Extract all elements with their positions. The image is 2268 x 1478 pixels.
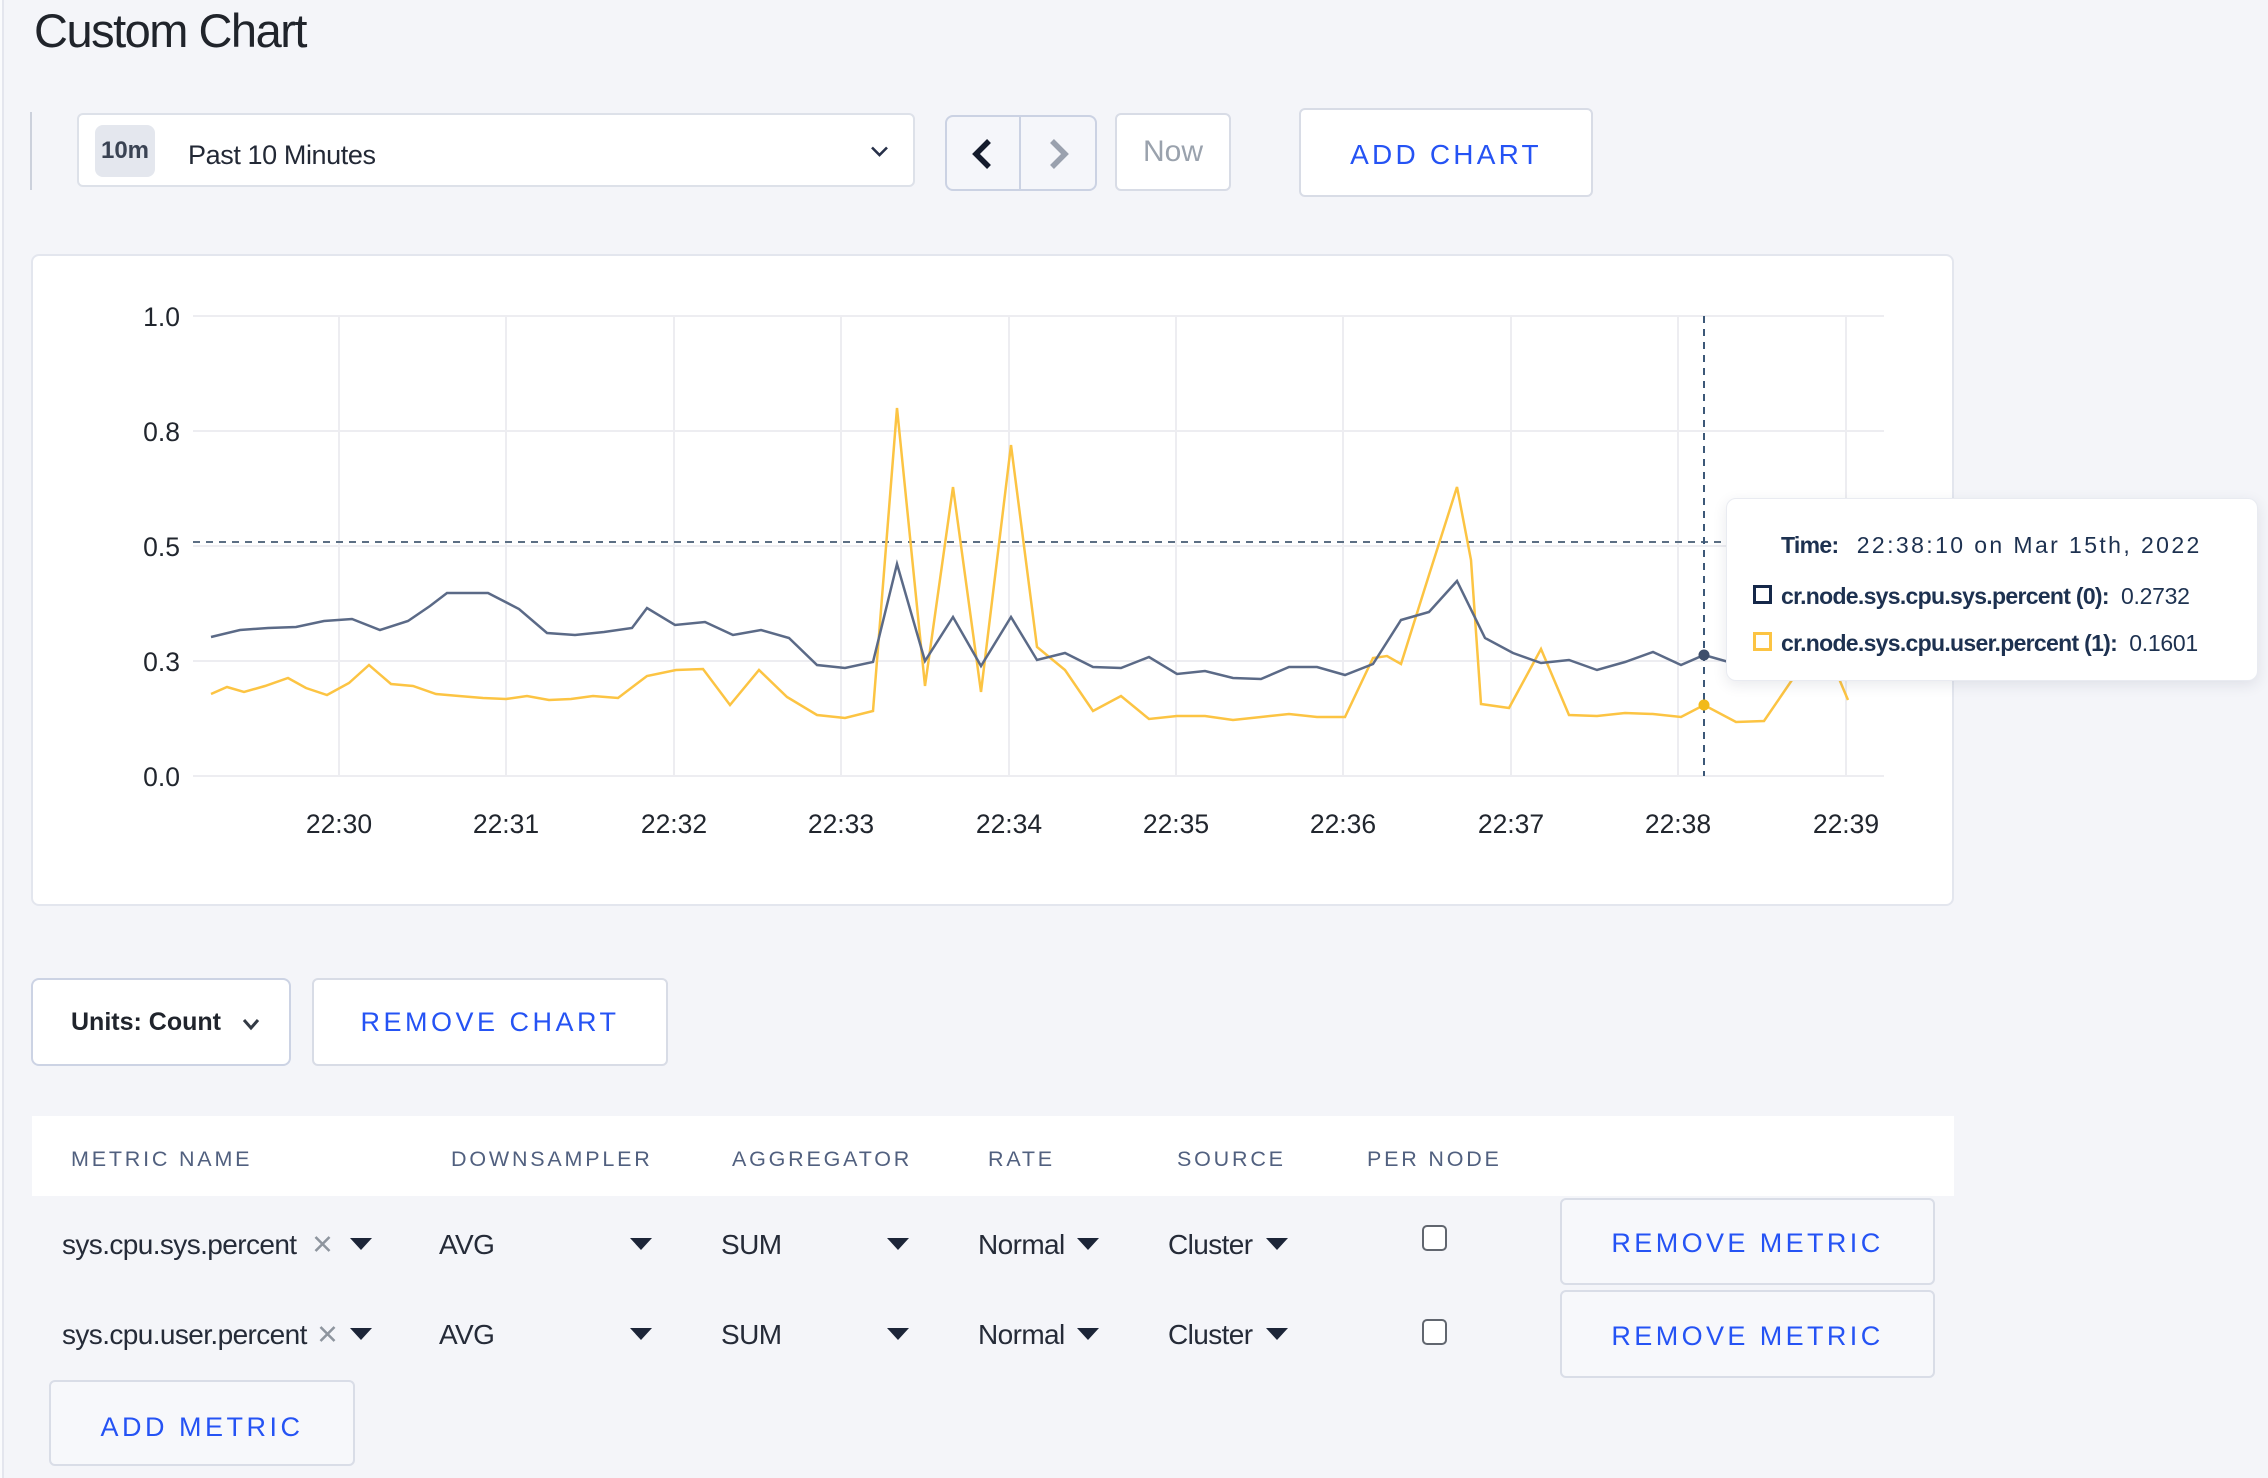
svg-text:22:36: 22:36 <box>1310 809 1376 839</box>
svg-text:0.8: 0.8 <box>143 417 180 447</box>
svg-text:22:34: 22:34 <box>976 809 1042 839</box>
svg-text:22:38: 22:38 <box>1645 809 1711 839</box>
svg-text:22:33: 22:33 <box>808 809 874 839</box>
svg-text:22:31: 22:31 <box>473 809 539 839</box>
svg-text:22:39: 22:39 <box>1813 809 1879 839</box>
svg-text:0.3: 0.3 <box>143 647 180 677</box>
svg-text:1.0: 1.0 <box>143 302 180 332</box>
svg-text:22:32: 22:32 <box>641 809 707 839</box>
svg-text:0.0: 0.0 <box>143 762 180 792</box>
svg-text:22:30: 22:30 <box>306 809 372 839</box>
svg-text:22:37: 22:37 <box>1478 809 1544 839</box>
svg-text:0.5: 0.5 <box>143 532 180 562</box>
svg-text:22:35: 22:35 <box>1143 809 1209 839</box>
